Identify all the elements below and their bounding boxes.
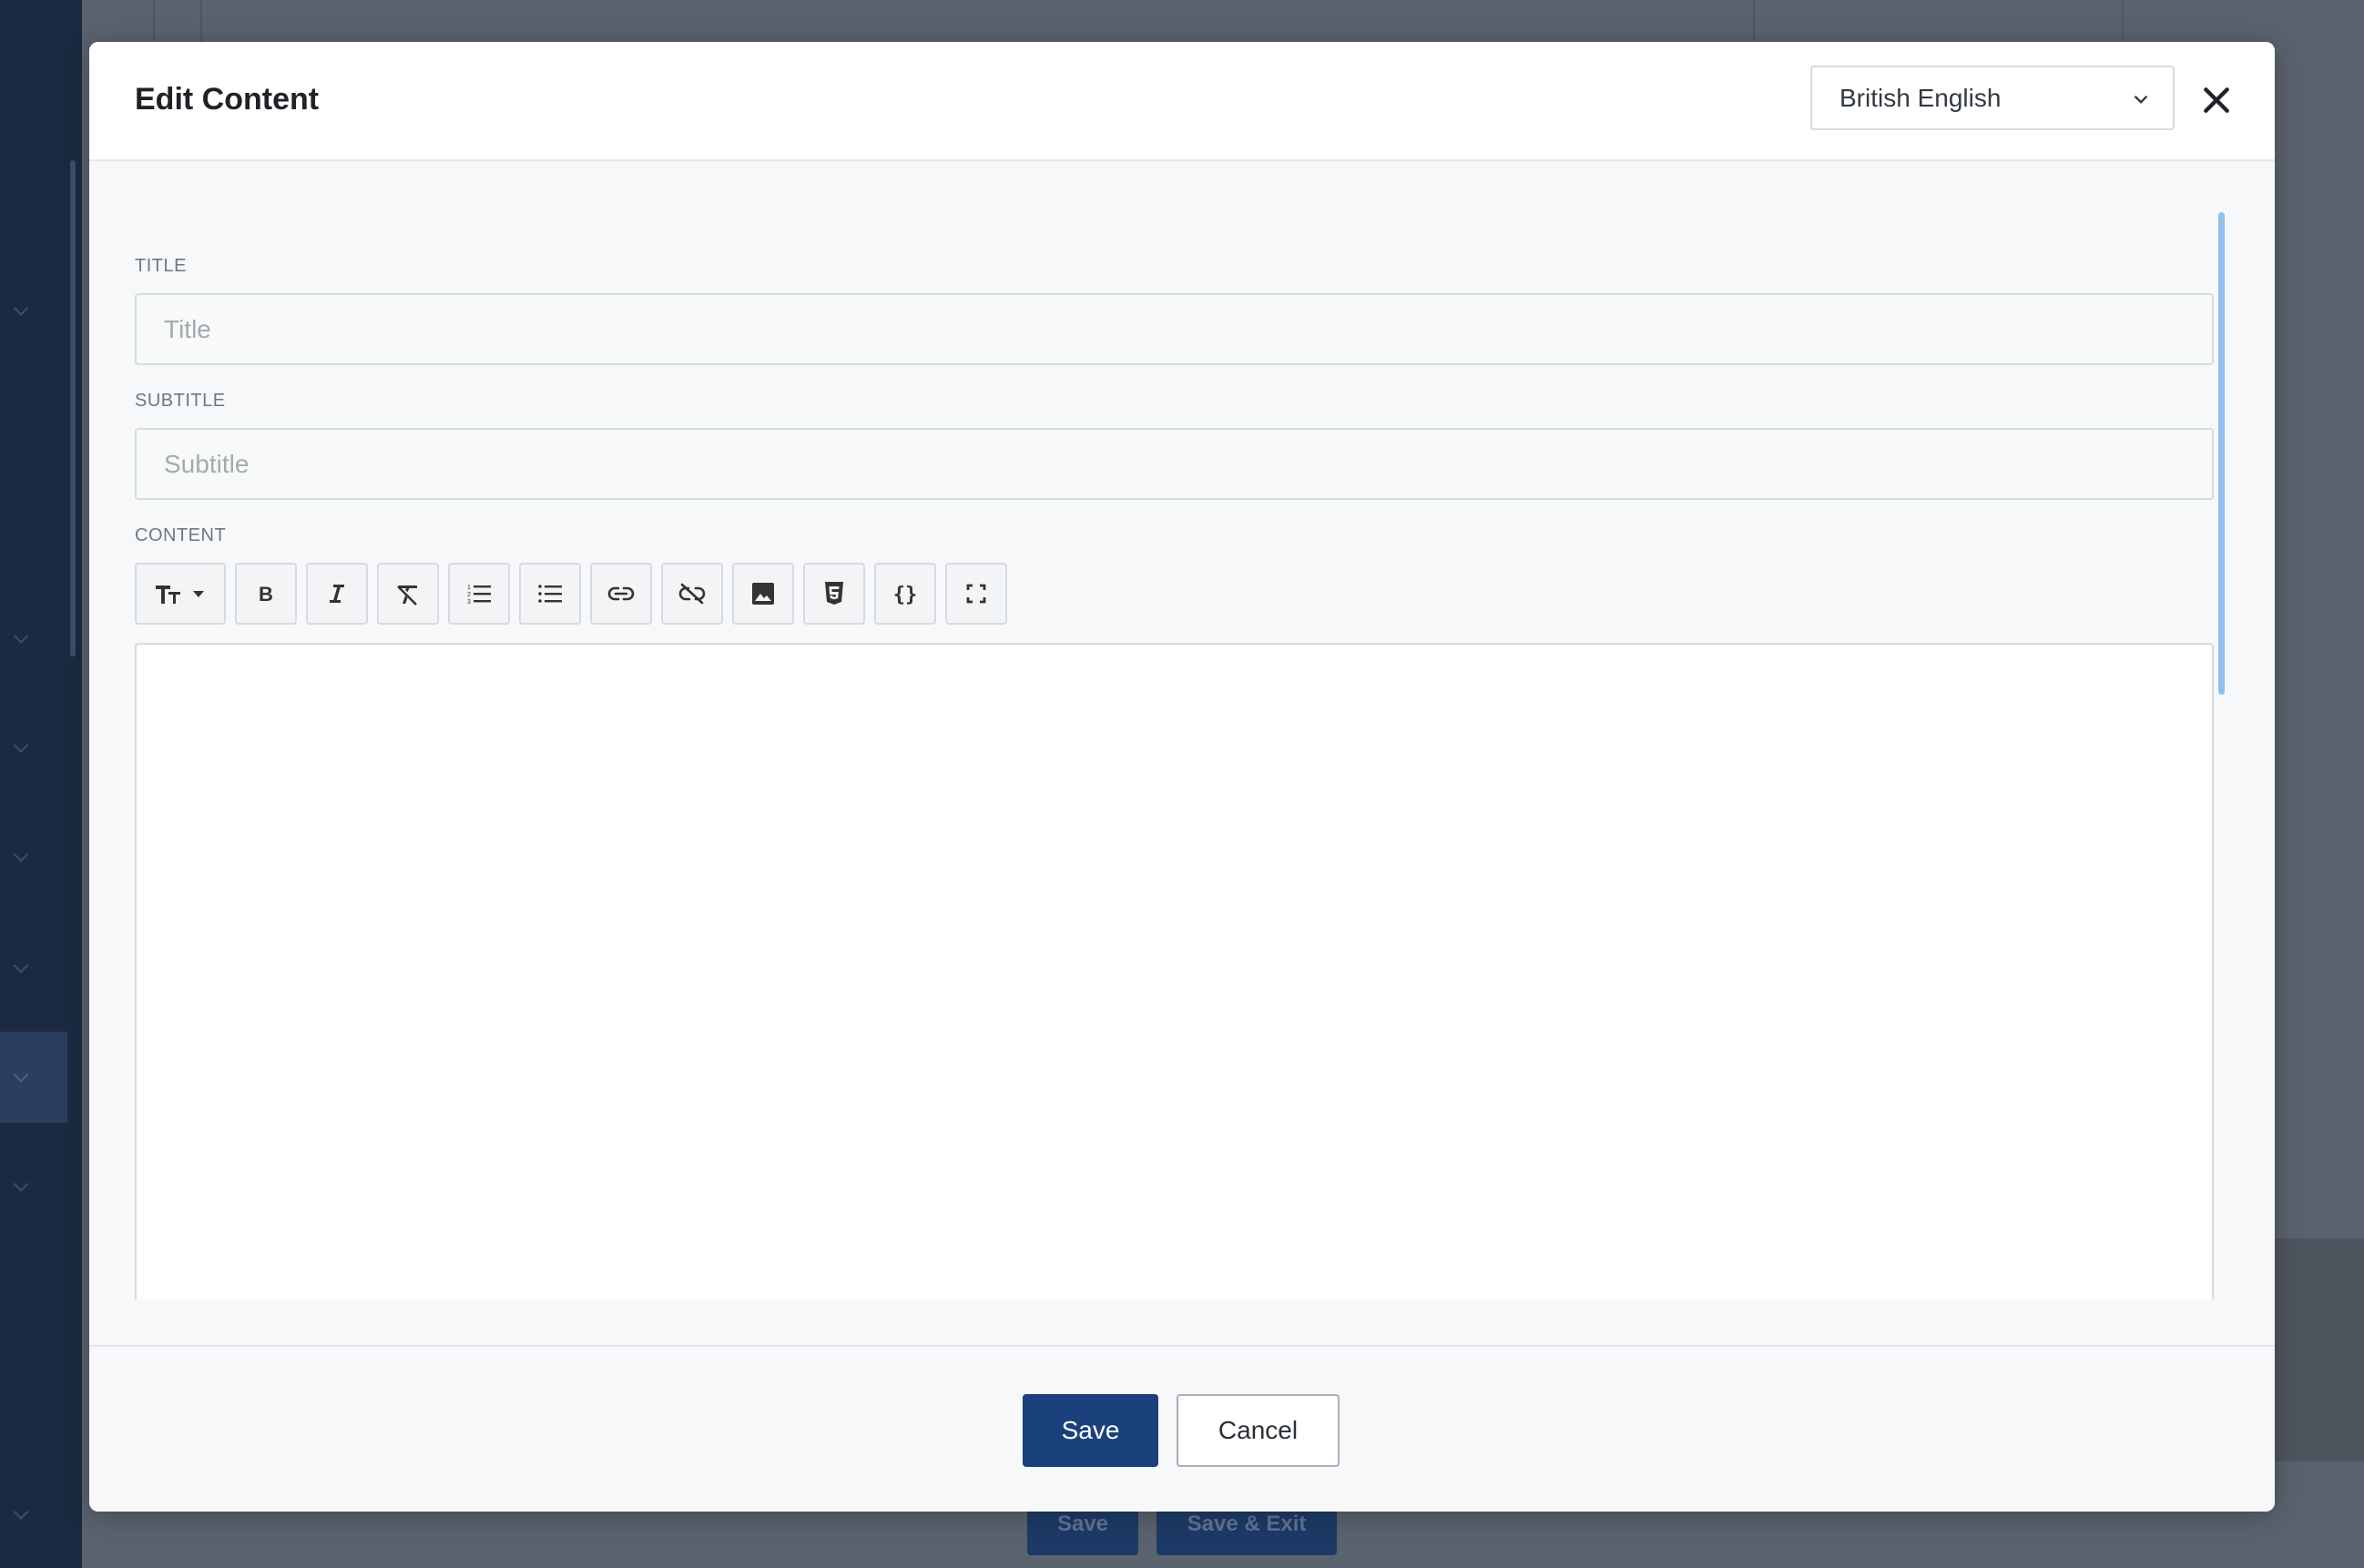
unordered-list-icon — [538, 585, 562, 603]
svg-text:2: 2 — [467, 592, 471, 598]
ordered-list-button[interactable]: 123 — [448, 563, 510, 625]
chevron-down-icon — [2129, 87, 2153, 111]
bold-button[interactable]: B — [235, 563, 297, 625]
fullscreen-button[interactable] — [945, 563, 1007, 625]
subtitle-label: SUBTITLE — [135, 391, 226, 411]
ordered-list-icon: 123 — [467, 585, 491, 606]
clear-format-icon — [397, 585, 417, 606]
link-button[interactable] — [590, 563, 652, 625]
chevron-down-icon — [9, 1502, 33, 1526]
italic-button[interactable] — [306, 563, 368, 625]
chevron-down-icon — [9, 956, 33, 980]
background-sidebar — [0, 0, 82, 1568]
modal-scrollbar[interactable] — [2218, 212, 2225, 695]
html5-icon — [825, 582, 843, 605]
cancel-button[interactable]: Cancel — [1177, 1394, 1340, 1467]
content-editor[interactable] — [135, 643, 2214, 1299]
background-divider — [1753, 0, 1755, 42]
modal-header: Edit Content British English — [89, 42, 2275, 161]
svg-text:1: 1 — [467, 585, 471, 591]
chevron-down-icon — [9, 626, 33, 650]
unlink-icon — [678, 583, 706, 605]
unlink-button[interactable] — [661, 563, 723, 625]
modal-body: TITLE SUBTITLE CONTENT B 123 — [89, 161, 2275, 1299]
modal-title: Edit Content — [135, 82, 320, 117]
save-button[interactable]: Save — [1023, 1394, 1158, 1467]
italic-icon — [330, 585, 344, 603]
background-divider — [2122, 0, 2124, 42]
chevron-down-icon — [9, 1175, 33, 1198]
html-button[interactable] — [803, 563, 865, 625]
image-icon — [752, 583, 774, 605]
background-divider — [200, 0, 202, 42]
bold-icon: B — [259, 583, 273, 606]
code-button[interactable]: {} — [874, 563, 936, 625]
chevron-down-icon — [9, 845, 33, 869]
text-size-button[interactable] — [135, 563, 226, 625]
sidebar-scrollbar — [70, 160, 76, 657]
fullscreen-icon — [966, 584, 986, 604]
chevron-down-icon — [9, 299, 33, 322]
code-braces-icon: {} — [893, 584, 918, 606]
svg-text:{}: {} — [893, 584, 918, 606]
link-icon — [607, 586, 635, 601]
chevron-down-icon — [9, 736, 33, 759]
edit-content-modal: Edit Content British English TITLE SUBTI… — [89, 42, 2275, 1512]
chevron-down-icon — [9, 1065, 33, 1089]
svg-text:B: B — [259, 583, 273, 606]
close-icon[interactable] — [2198, 82, 2235, 118]
caret-down-icon — [193, 591, 204, 597]
title-label: TITLE — [135, 256, 187, 276]
language-select[interactable]: British English — [1810, 66, 2175, 130]
modal-footer: Save Cancel — [89, 1345, 2275, 1512]
title-input[interactable] — [135, 293, 2214, 365]
background-divider — [153, 0, 155, 42]
language-select-value: British English — [1839, 83, 2002, 112]
clear-format-button[interactable] — [377, 563, 439, 625]
content-label: CONTENT — [135, 525, 227, 545]
background-panel — [2273, 1238, 2364, 1461]
image-button[interactable] — [732, 563, 794, 625]
editor-toolbar: B 123 {} — [135, 563, 1016, 625]
svg-text:3: 3 — [467, 599, 471, 606]
unordered-list-button[interactable] — [519, 563, 581, 625]
subtitle-input[interactable] — [135, 428, 2214, 500]
text-size-icon — [156, 585, 180, 604]
